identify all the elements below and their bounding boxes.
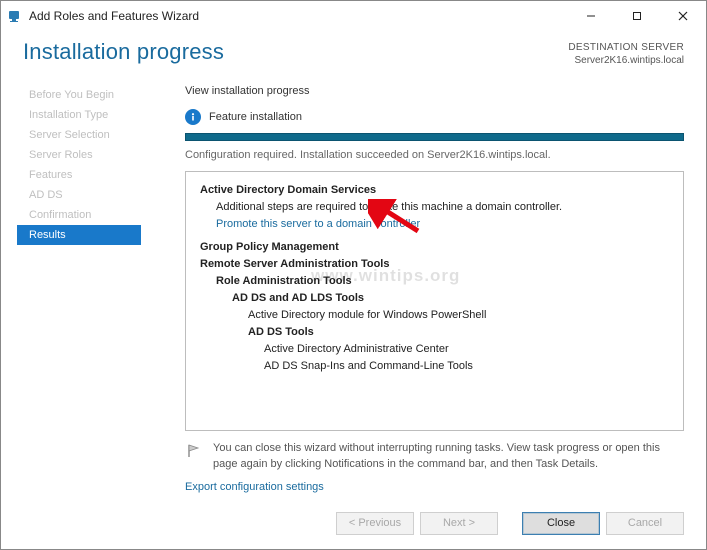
step-features: Features [1, 165, 141, 185]
close-window-button[interactable] [660, 1, 706, 31]
window-title: Add Roles and Features Wizard [29, 9, 199, 23]
step-before-you-begin: Before You Begin [1, 85, 141, 105]
view-progress-label: View installation progress [185, 85, 684, 97]
step-installation-type: Installation Type [1, 105, 141, 125]
result-adac: Active Directory Administrative Center [264, 341, 669, 358]
wizard-main: View installation progress Feature insta… [141, 81, 706, 516]
title-bar: Add Roles and Features Wizard [1, 1, 706, 31]
result-rsat: Remote Server Administration Tools [200, 256, 669, 273]
result-addstools: AD DS Tools [248, 324, 669, 341]
results-panel: Active Directory Domain Services Additio… [185, 171, 684, 431]
minimize-button[interactable] [568, 1, 614, 31]
close-button[interactable]: Close [522, 512, 600, 535]
previous-button: < Previous [336, 512, 414, 535]
info-icon [185, 109, 201, 125]
page-title: Installation progress [23, 39, 224, 65]
result-adlds: AD DS and AD LDS Tools [232, 290, 669, 307]
step-server-selection: Server Selection [1, 125, 141, 145]
step-server-roles: Server Roles [1, 145, 141, 165]
task-notification-text: You can close this wizard without interr… [213, 441, 684, 473]
destination-value: Server2K16.wintips.local [568, 54, 684, 67]
status-row: Feature installation [185, 109, 684, 125]
configuration-message: Configuration required. Installation suc… [185, 149, 684, 161]
wizard-footer: < Previous Next > Close Cancel [1, 507, 706, 549]
app-icon [7, 8, 23, 24]
maximize-button[interactable] [614, 1, 660, 31]
result-snapins: AD DS Snap-Ins and Command-Line Tools [264, 358, 669, 375]
step-confirmation: Confirmation [1, 205, 141, 225]
next-button: Next > [420, 512, 498, 535]
progress-bar [185, 133, 684, 141]
result-rat: Role Administration Tools [216, 273, 669, 290]
result-gpm: Group Policy Management [200, 239, 669, 256]
cancel-button: Cancel [606, 512, 684, 535]
export-settings-link[interactable]: Export configuration settings [185, 481, 684, 493]
wizard-sidebar: Before You Begin Installation Type Serve… [1, 81, 141, 516]
feature-status-label: Feature installation [209, 111, 302, 123]
promote-server-link[interactable]: Promote this server to a domain controll… [216, 216, 669, 233]
step-ad-ds: AD DS [1, 185, 141, 205]
destination-label: DESTINATION SERVER [568, 41, 684, 54]
destination-server-block: DESTINATION SERVER Server2K16.wintips.lo… [568, 39, 684, 67]
task-notification-row: You can close this wizard without interr… [185, 441, 684, 473]
wizard-header: Installation progress DESTINATION SERVER… [1, 31, 706, 81]
result-admodule: Active Directory module for Windows Powe… [248, 307, 669, 324]
flag-icon [185, 442, 203, 460]
result-adds-note: Additional steps are required to make th… [216, 199, 669, 216]
result-adds-heading: Active Directory Domain Services [200, 182, 669, 199]
step-results: Results [17, 225, 141, 245]
